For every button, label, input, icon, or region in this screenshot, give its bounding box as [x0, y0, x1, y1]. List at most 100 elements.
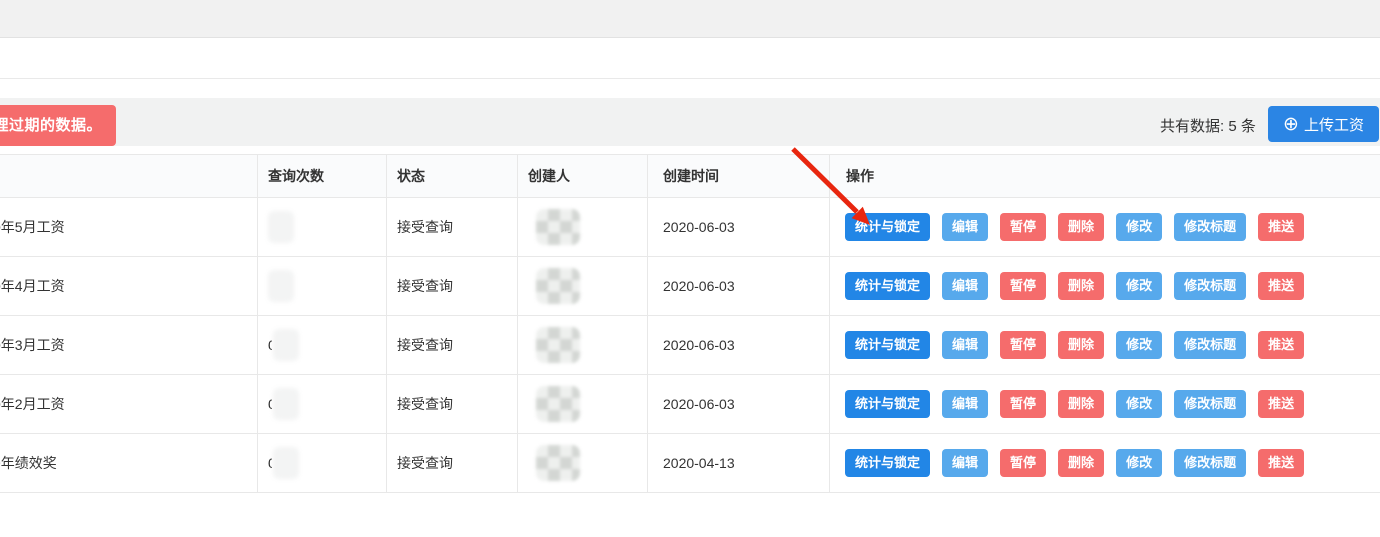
action-button-group: 统计与锁定编辑暂停删除修改修改标题推送 — [845, 449, 1304, 477]
pause-button[interactable]: 暂停 — [1000, 449, 1046, 477]
delete-button[interactable]: 删除 — [1058, 272, 1104, 300]
delete-button[interactable]: 删除 — [1058, 331, 1104, 359]
edit-button[interactable]: 编辑 — [942, 449, 988, 477]
upload-salary-button[interactable]: ⊕ 上传工资 — [1268, 106, 1379, 142]
created-time-cell: 2020-04-13 — [648, 434, 830, 492]
stats-lock-button[interactable]: 统计与锁定 — [845, 213, 930, 241]
row-title: 0年5月工资 — [0, 217, 65, 237]
redacted-query-count — [273, 329, 299, 361]
modify-title-button[interactable]: 修改标题 — [1174, 331, 1246, 359]
query-count-cell: 0 — [258, 375, 387, 433]
total-count-label: 共有数据: — [1160, 118, 1224, 135]
query-count-cell: 0 — [258, 434, 387, 492]
title-cell: 0年4月工资 — [0, 257, 258, 315]
pause-button[interactable]: 暂停 — [1000, 331, 1046, 359]
status-cell: 接受查询 — [387, 198, 518, 256]
delete-button[interactable]: 删除 — [1058, 390, 1104, 418]
table-row: 0年5月工资 接受查询 2020-06-03 统计与锁定编辑暂停删除修改修改标题推送 — [0, 198, 1380, 257]
pause-button[interactable]: 暂停 — [1000, 213, 1046, 241]
title-cell: 0年5月工资 — [0, 198, 258, 256]
secondary-toolbar — [0, 38, 1380, 79]
pause-button[interactable]: 暂停 — [1000, 390, 1046, 418]
created-time-text: 2020-06-03 — [663, 219, 735, 235]
delete-button[interactable]: 删除 — [1058, 449, 1104, 477]
status-text: 接受查询 — [397, 335, 453, 355]
modify-title-button[interactable]: 修改标题 — [1174, 449, 1246, 477]
modify-title-button[interactable]: 修改标题 — [1174, 272, 1246, 300]
stats-lock-button[interactable]: 统计与锁定 — [845, 272, 930, 300]
table-body: 0年5月工资接受查询2020-06-03统计与锁定编辑暂停删除修改修改标题推送0… — [0, 198, 1380, 493]
status-text: 接受查询 — [397, 394, 453, 414]
delete-button[interactable]: 删除 — [1058, 213, 1104, 241]
title-cell: 0年2月工资 — [0, 375, 258, 433]
created-time-cell: 2020-06-03 — [648, 316, 830, 374]
query-count-cell — [258, 198, 387, 256]
table-row: 0年3月工资0接受查询2020-06-03统计与锁定编辑暂停删除修改修改标题推送 — [0, 316, 1380, 375]
modify-button[interactable]: 修改 — [1116, 272, 1162, 300]
created-time-text: 2020-04-13 — [663, 455, 735, 471]
col-header-title — [0, 155, 258, 197]
creator-cell — [518, 316, 648, 374]
creator-cell — [518, 198, 648, 256]
plus-circle-icon: ⊕ — [1283, 115, 1299, 134]
top-gray-bar — [0, 0, 1380, 38]
action-button-group: 统计与锁定编辑暂停删除修改修改标题推送 — [845, 390, 1304, 418]
push-button[interactable]: 推送 — [1258, 449, 1304, 477]
stats-lock-button[interactable]: 统计与锁定 — [845, 449, 930, 477]
redacted-creator — [536, 386, 580, 422]
redacted-query-count — [273, 447, 299, 479]
creator-cell — [518, 375, 648, 433]
pause-button[interactable]: 暂停 — [1000, 272, 1046, 300]
creator-cell — [518, 257, 648, 315]
redacted-creator — [536, 268, 580, 304]
table-row: 0年4月工资 接受查询 2020-06-03 统计与锁定编辑暂停删除修改修改标题推送 — [0, 257, 1380, 316]
redacted-creator — [536, 209, 580, 245]
actions-cell: 统计与锁定编辑暂停删除修改修改标题推送 — [830, 316, 1380, 374]
col-header-creator: 创建人 — [518, 155, 648, 197]
actions-cell: 统计与锁定编辑暂停删除修改修改标题推送 — [830, 375, 1380, 433]
created-time-cell: 2020-06-03 — [648, 257, 830, 315]
query-count-partial-digit: 0 — [268, 396, 272, 412]
status-text: 接受查询 — [397, 217, 453, 237]
modify-button[interactable]: 修改 — [1116, 331, 1162, 359]
expired-data-alert: 清理过期的数据。 — [0, 105, 116, 146]
action-button-group: 统计与锁定编辑暂停删除修改修改标题推送 — [845, 272, 1304, 300]
table-header-row: 查询次数 状态 创建人 创建时间 操作 — [0, 155, 1380, 198]
modify-button[interactable]: 修改 — [1116, 390, 1162, 418]
created-time-cell: 2020-06-03 — [648, 198, 830, 256]
modify-button[interactable]: 修改 — [1116, 213, 1162, 241]
modify-title-button[interactable]: 修改标题 — [1174, 390, 1246, 418]
edit-button[interactable]: 编辑 — [942, 213, 988, 241]
status-text: 接受查询 — [397, 453, 453, 473]
row-title: 0年2月工资 — [0, 394, 65, 414]
redacted-query-count — [268, 211, 294, 243]
actions-cell: 统计与锁定编辑暂停删除修改修改标题推送 — [830, 257, 1380, 315]
created-time-text: 2020-06-03 — [663, 337, 735, 353]
total-count-unit: 条 — [1241, 118, 1256, 135]
modify-button[interactable]: 修改 — [1116, 449, 1162, 477]
created-time-text: 2020-06-03 — [663, 278, 735, 294]
redacted-query-count — [268, 270, 294, 302]
push-button[interactable]: 推送 — [1258, 390, 1304, 418]
push-button[interactable]: 推送 — [1258, 331, 1304, 359]
edit-button[interactable]: 编辑 — [942, 390, 988, 418]
stats-lock-button[interactable]: 统计与锁定 — [845, 390, 930, 418]
edit-button[interactable]: 编辑 — [942, 272, 988, 300]
row-title: 9年绩效奖 — [0, 453, 57, 473]
modify-title-button[interactable]: 修改标题 — [1174, 213, 1246, 241]
push-button[interactable]: 推送 — [1258, 272, 1304, 300]
col-header-status: 状态 — [387, 155, 518, 197]
actions-cell: 统计与锁定编辑暂停删除修改修改标题推送 — [830, 198, 1380, 256]
table-row: 0年2月工资 0 接受查询 2020-06-03 统计与锁定编辑暂停删除修改修改标题推送 — [0, 375, 1380, 434]
created-time-cell: 2020-06-03 — [648, 375, 830, 433]
status-cell: 接受查询 — [387, 316, 518, 374]
stats-lock-button[interactable]: 统计与锁定 — [845, 331, 930, 359]
query-count-partial-digit: 0 — [268, 337, 272, 353]
actions-cell: 统计与锁定编辑暂停删除修改修改标题推送 — [830, 434, 1380, 492]
push-button[interactable]: 推送 — [1258, 213, 1304, 241]
col-header-query-count: 查询次数 — [258, 155, 387, 197]
status-cell: 接受查询 — [387, 257, 518, 315]
created-time-text: 2020-06-03 — [663, 396, 735, 412]
edit-button[interactable]: 编辑 — [942, 331, 988, 359]
total-count-value: 5 — [1228, 118, 1236, 135]
